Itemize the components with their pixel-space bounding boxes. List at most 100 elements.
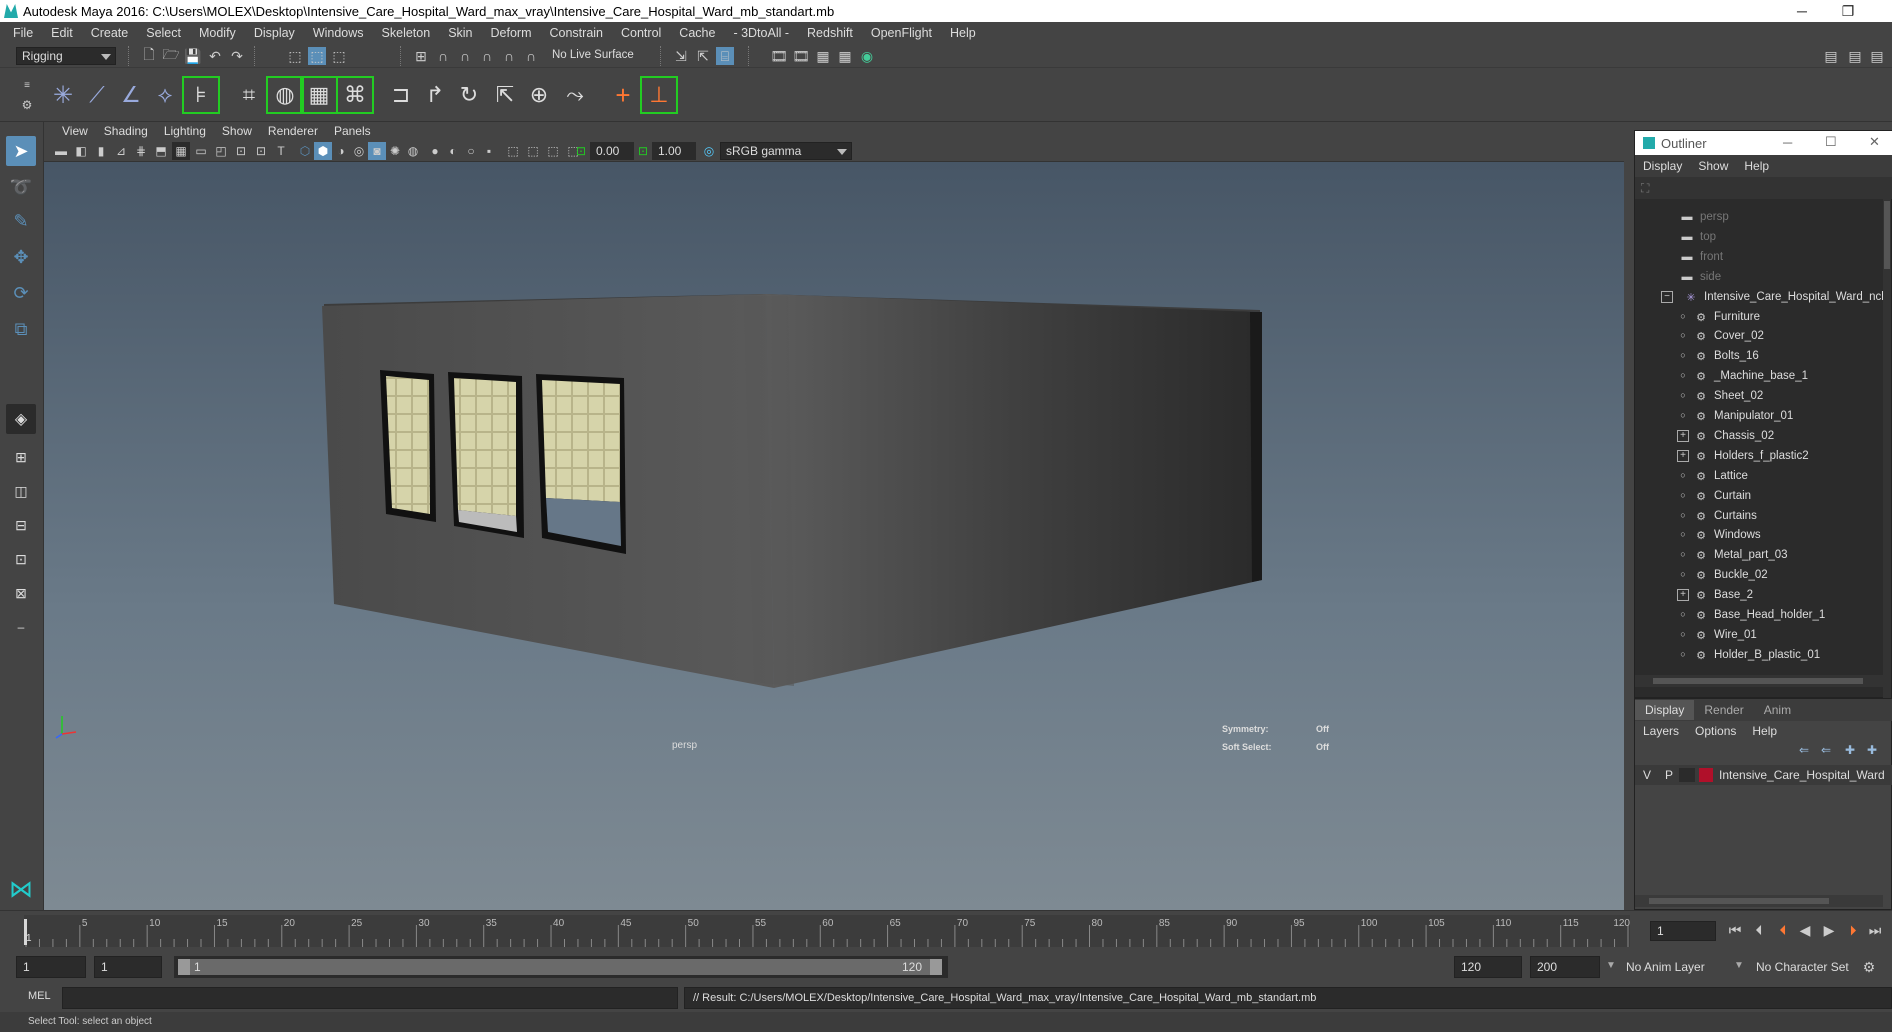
orient-constraint-icon[interactable]: ↻ bbox=[452, 78, 486, 112]
current-frame-field[interactable]: 1 bbox=[1650, 921, 1716, 941]
animation-end-field[interactable]: 200 bbox=[1530, 956, 1600, 978]
outliner-search-bar[interactable]: ⛶ bbox=[1635, 177, 1892, 199]
menu-display[interactable]: Display bbox=[245, 26, 304, 40]
layer-hscrollbar[interactable] bbox=[1635, 895, 1883, 907]
menu-openflight[interactable]: OpenFlight bbox=[862, 26, 941, 40]
restore-icon[interactable]: ❐ bbox=[1828, 0, 1868, 22]
outliner-item[interactable]: ○ ⚙ Sheet_02 bbox=[1677, 386, 1763, 406]
outliner-item-camera[interactable]: ▬ persp bbox=[1679, 207, 1729, 227]
exposure-icon[interactable]: ⊡ bbox=[572, 142, 590, 160]
shelf-settings-icon[interactable]: ⚙ bbox=[18, 96, 36, 114]
vp-menu-view[interactable]: View bbox=[54, 124, 96, 138]
maximize-icon[interactable]: ☐ bbox=[1825, 134, 1837, 150]
select-hierarchy-icon[interactable]: ⬚ bbox=[286, 47, 304, 65]
save-scene-icon[interactable]: 💾 bbox=[184, 47, 202, 65]
layer-color-swatch[interactable] bbox=[1699, 768, 1713, 782]
locator-icon[interactable]: + bbox=[606, 78, 640, 112]
hypershade-icon[interactable]: ◉ bbox=[858, 47, 876, 65]
time-slider[interactable]: 5 10 15 20 25 30 35 40 45 50 55 60 65 70 75 80 85 90 95 100… bbox=[0, 910, 1892, 950]
safe-action-icon[interactable]: ⊡ bbox=[252, 142, 270, 160]
modeling-toolkit-icon[interactable]: ▤ bbox=[1822, 47, 1840, 65]
menu-redshift[interactable]: Redshift bbox=[798, 26, 862, 40]
layer-name[interactable]: Intensive_Care_Hospital_Ward bbox=[1719, 768, 1885, 782]
bookmark-icon[interactable]: ▮ bbox=[92, 142, 110, 160]
rotate-tool-icon[interactable]: ⟳ bbox=[6, 278, 36, 308]
color-management-icon[interactable]: ◎ bbox=[700, 142, 718, 160]
layer-row[interactable]: V P Intensive_Care_Hospital_Ward bbox=[1635, 765, 1892, 785]
expand-icon[interactable]: + bbox=[1677, 429, 1689, 442]
snap-curve-icon[interactable]: ∩ bbox=[434, 47, 452, 65]
shelf-menu-icon[interactable]: ≡ bbox=[18, 76, 36, 94]
attribute-editor-icon[interactable]: ▤ bbox=[1846, 47, 1864, 65]
outliner-item[interactable]: ○ ⚙ Lattice bbox=[1677, 466, 1748, 486]
snap-grid-icon[interactable]: ⊞ bbox=[412, 47, 430, 65]
collapse-icon[interactable]: − bbox=[1661, 290, 1673, 303]
multisample-icon[interactable]: ◐ bbox=[444, 142, 462, 160]
outliner-item[interactable]: ○ ⚙ Metal_part_03 bbox=[1677, 545, 1787, 565]
vp-menu-renderer[interactable]: Renderer bbox=[260, 124, 326, 138]
tab-render[interactable]: Render bbox=[1694, 700, 1753, 720]
scene-view[interactable] bbox=[44, 162, 1624, 910]
range-handle[interactable]: 1 120 bbox=[178, 959, 942, 975]
layer-menu-help[interactable]: Help bbox=[1744, 724, 1785, 738]
range-bar[interactable]: 1 120 bbox=[174, 956, 948, 978]
resolution-gate-icon[interactable]: ▭ bbox=[192, 142, 210, 160]
aim-constraint-icon[interactable]: ⊕ bbox=[522, 78, 556, 112]
menu-cache[interactable]: Cache bbox=[670, 26, 724, 40]
paint-select-icon[interactable]: ✎ bbox=[6, 206, 36, 236]
pole-vector-icon[interactable]: ⤳ bbox=[558, 78, 592, 112]
layout-menu-icon[interactable]: – bbox=[6, 612, 36, 642]
camera-attributes-icon[interactable]: ◧ bbox=[72, 142, 90, 160]
outliner-item[interactable]: ○ ⚙ Base_Head_holder_1 bbox=[1677, 605, 1825, 625]
new-layer-selected-icon[interactable]: ✚ bbox=[1867, 743, 1877, 757]
time-ruler[interactable]: 5 10 15 20 25 30 35 40 45 50 55 60 65 70 75 80 85 90 95 100… bbox=[24, 915, 1630, 947]
joint-tool-icon[interactable]: ✳ bbox=[46, 78, 80, 112]
menu-create[interactable]: Create bbox=[82, 26, 138, 40]
xray-joints-icon[interactable]: ⬚ bbox=[524, 142, 542, 160]
expand-icon[interactable]: + bbox=[1677, 589, 1689, 602]
scale-tool-icon[interactable]: ⧉ bbox=[6, 314, 36, 344]
chevron-down-icon[interactable]: ▼ bbox=[1734, 960, 1744, 971]
playback-end-field[interactable]: 120 bbox=[1454, 956, 1522, 978]
vp-menu-shading[interactable]: Shading bbox=[96, 124, 156, 138]
field-chart-icon[interactable]: ⊡ bbox=[232, 142, 250, 160]
script-language-toggle[interactable]: MEL bbox=[28, 990, 51, 1002]
outliner-item[interactable]: ○ ⚙ Bolts_16 bbox=[1677, 346, 1758, 366]
layer-visibility-toggle[interactable]: V bbox=[1635, 768, 1659, 782]
outliner-item[interactable]: + ⚙ Holders_f_plastic2 bbox=[1677, 446, 1809, 466]
menu-modify[interactable]: Modify bbox=[190, 26, 245, 40]
image-plane-icon[interactable]: ⊿ bbox=[112, 142, 130, 160]
menu-edit[interactable]: Edit bbox=[42, 26, 82, 40]
new-layer-icon[interactable]: ✚ bbox=[1845, 743, 1855, 757]
snap-view-icon[interactable]: ∩ bbox=[478, 47, 496, 65]
scale-constraint-icon[interactable]: ⇱ bbox=[488, 78, 522, 112]
single-view-icon[interactable]: ◈ bbox=[6, 404, 36, 434]
wireframe-shade-icon[interactable]: ⬡ bbox=[296, 142, 314, 160]
step-back-key-icon[interactable]: ⏴ bbox=[1750, 921, 1768, 939]
persp-graph-icon[interactable]: ⊟ bbox=[6, 510, 36, 540]
outliner-hscrollbar[interactable] bbox=[1635, 675, 1883, 687]
animation-preferences-icon[interactable]: ⚙ bbox=[1860, 958, 1878, 976]
lasso-tool-icon[interactable]: ➰ bbox=[6, 172, 36, 202]
outliner-item[interactable]: ○ ⚙ Manipulator_01 bbox=[1677, 406, 1793, 426]
outliner-item[interactable]: + ⚙ Base_2 bbox=[1677, 585, 1753, 605]
mirror-joint-icon[interactable]: ⊧ bbox=[182, 76, 220, 114]
character-set-dropdown[interactable]: No Character Set bbox=[1756, 960, 1849, 974]
outliner-item-camera[interactable]: ▬ front bbox=[1679, 247, 1724, 267]
layer-menu-options[interactable]: Options bbox=[1687, 724, 1744, 738]
select-component-icon[interactable]: ⬚ bbox=[330, 47, 348, 65]
close-icon[interactable]: ✕ bbox=[1869, 134, 1880, 150]
redo-icon[interactable]: ↷ bbox=[228, 47, 246, 65]
move-layer-up-icon[interactable]: ⇐ bbox=[1799, 743, 1809, 757]
vp-menu-panels[interactable]: Panels bbox=[326, 124, 379, 138]
use-all-lights-icon[interactable]: ◙ bbox=[368, 142, 386, 160]
menu-help[interactable]: Help bbox=[941, 26, 985, 40]
snap-point-icon[interactable]: ∩ bbox=[456, 47, 474, 65]
outliner-item[interactable]: ○ ⚙ Furniture bbox=[1677, 307, 1760, 327]
go-to-start-icon[interactable]: ⏮ bbox=[1726, 921, 1744, 939]
isolate-icon[interactable]: ▪ bbox=[480, 142, 498, 160]
point-constraint-icon[interactable]: ↱ bbox=[418, 78, 452, 112]
outliner-item-camera[interactable]: ▬ top bbox=[1679, 227, 1717, 247]
outliner-menu-help[interactable]: Help bbox=[1736, 159, 1777, 173]
outliner-item[interactable]: ○ ⚙ Wire_01 bbox=[1677, 625, 1757, 645]
